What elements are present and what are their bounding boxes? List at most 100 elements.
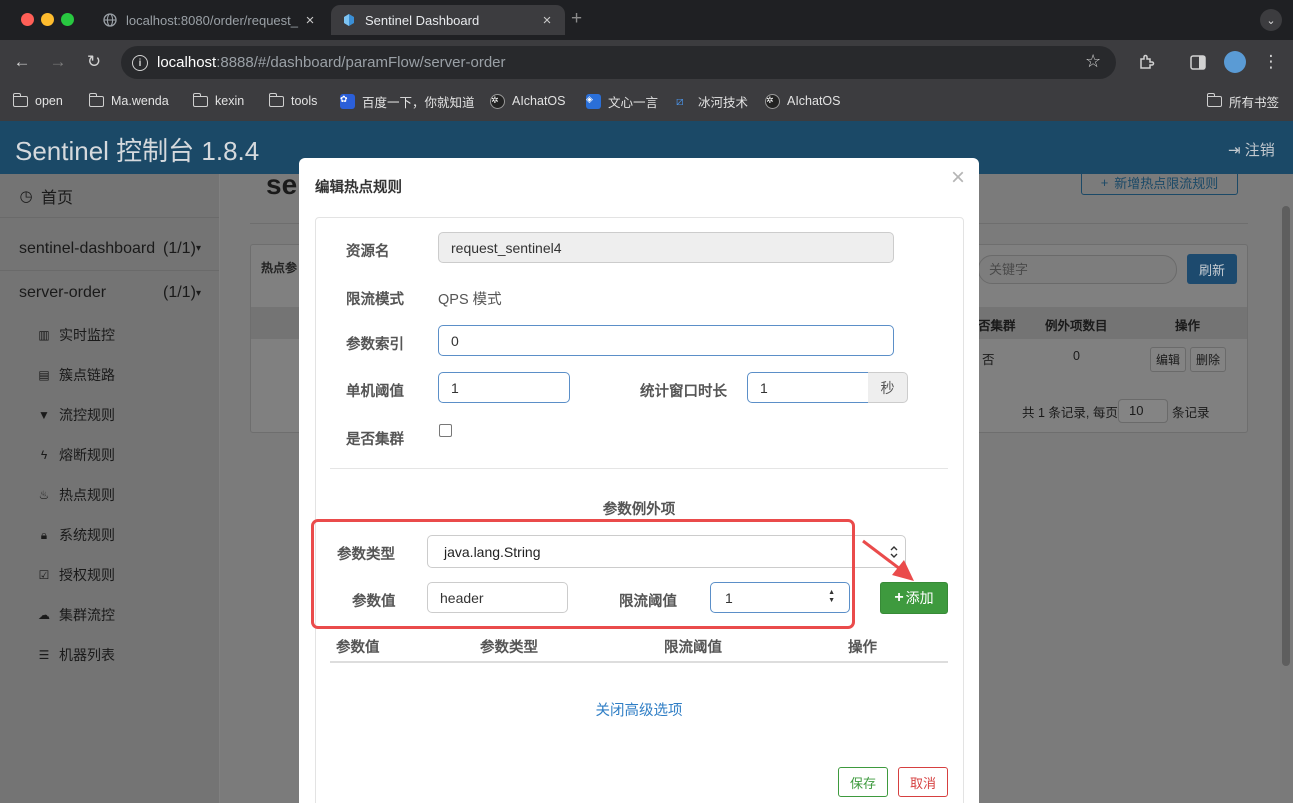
- sidebar-item-auth-rules[interactable]: ☑ 授权规则: [0, 555, 219, 595]
- lock-icon: 🔒︎: [40, 527, 48, 542]
- dialog-title: 编辑热点规则: [315, 180, 402, 196]
- param-index-input[interactable]: 0: [438, 325, 894, 356]
- chevron-down-icon: ▾: [196, 243, 202, 254]
- baidu-paw-icon: ✿: [340, 93, 355, 109]
- back-icon[interactable]: ←: [11, 51, 33, 73]
- tab-title: localhost:8080/order/request_: [126, 12, 299, 28]
- limit-threshold-input[interactable]: 1 ▲ ▼: [710, 582, 850, 613]
- flash-icon: ϟ: [40, 448, 48, 462]
- refresh-button[interactable]: 刷新: [1187, 254, 1237, 284]
- sidebar-item-system-rules[interactable]: 🔒︎ 系统规则: [0, 515, 219, 555]
- new-tab-icon[interactable]: +: [571, 8, 582, 30]
- maximize-window-button[interactable]: [61, 13, 74, 26]
- bookmark-tools[interactable]: tools: [268, 92, 317, 110]
- filter-icon: ▼: [38, 408, 50, 422]
- sidebar-item-cluster-link[interactable]: ▤ 簇点链路: [0, 355, 219, 395]
- panel-heading: 热点参: [261, 261, 298, 275]
- sidebar-item-cluster-flow[interactable]: ☁ 集群流控: [0, 595, 219, 635]
- bookmark-aichatos-2[interactable]: ✲ AIchatOS: [765, 92, 841, 110]
- bookmark-ma-wenda[interactable]: Ma.wenda: [88, 92, 169, 110]
- sentinel-logo-icon: [341, 13, 356, 28]
- col-header-cluster: 否集群: [978, 319, 1016, 333]
- list-ul-icon: ☰: [38, 648, 50, 662]
- browser-tab-order[interactable]: localhost:8080/order/request_ ×: [92, 5, 328, 35]
- new-hot-rule-button[interactable]: + 新增热点限流规则: [1081, 170, 1238, 195]
- scrollbar-thumb[interactable]: [1282, 206, 1290, 666]
- edit-hot-rule-dialog: 编辑热点规则 × 资源名 request_sentinel4 限流模式 QPS …: [299, 158, 979, 803]
- page-size-input[interactable]: 10: [1118, 399, 1168, 423]
- all-bookmarks[interactable]: 所有书签: [1206, 92, 1279, 110]
- app-brand[interactable]: Sentinel 控制台 1.8.4: [15, 131, 259, 168]
- logout-link[interactable]: ⇥ 注销: [1228, 139, 1275, 160]
- sidebar-app-server-order[interactable]: server-order (1/1) ▾: [0, 271, 219, 315]
- exceptions-col-type: 参数类型: [480, 640, 538, 656]
- browser-menu-icon[interactable]: ⋮: [1260, 51, 1282, 73]
- side-panel-icon[interactable]: [1187, 51, 1209, 73]
- save-button[interactable]: 保存: [838, 767, 888, 797]
- sidebar-item-hot-rules[interactable]: ♨ 热点规则: [0, 475, 219, 515]
- plus-icon: +: [1100, 175, 1109, 190]
- bookmark-open[interactable]: open: [12, 92, 63, 110]
- exceptions-col-actions: 操作: [848, 640, 877, 656]
- close-tab-icon[interactable]: ×: [539, 12, 555, 29]
- tab-search-icon[interactable]: ⌄: [1260, 9, 1282, 31]
- sidebar-item-machines[interactable]: ☰ 机器列表: [0, 635, 219, 675]
- threshold-label: 单机阈值: [346, 384, 404, 400]
- param-type-select[interactable]: java.lang.String: [427, 535, 906, 568]
- threshold-input[interactable]: 1: [438, 372, 570, 403]
- spinner-arrows-icon[interactable]: ▲ ▼: [828, 589, 835, 605]
- cluster-checkbox[interactable]: [439, 424, 452, 437]
- edit-button[interactable]: 编辑: [1150, 347, 1186, 372]
- forward-icon[interactable]: →: [47, 51, 69, 73]
- site-info-icon[interactable]: i: [132, 55, 148, 71]
- minimize-window-button[interactable]: [41, 13, 54, 26]
- param-index-label: 参数索引: [346, 337, 404, 353]
- chevron-down-icon: [889, 545, 899, 562]
- bookmark-wenxin[interactable]: ◈ 文心一言: [586, 92, 658, 110]
- extensions-icon[interactable]: [1135, 51, 1157, 73]
- bookmark-kexin[interactable]: kexin: [192, 92, 244, 110]
- table-header-divider: [330, 661, 948, 663]
- plus-icon: +: [894, 589, 904, 606]
- tab-title: Sentinel Dashboard: [365, 12, 480, 28]
- sidebar-item-degrade-rules[interactable]: ϟ 熔断规则: [0, 435, 219, 475]
- col-header-actions: 操作: [1175, 319, 1201, 333]
- limit-threshold-label: 限流阈值: [619, 594, 677, 610]
- window-input[interactable]: 1: [747, 372, 870, 403]
- exceptions-col-threshold: 限流阈值: [664, 640, 722, 656]
- sidebar-item-home[interactable]: ◷ 首页: [0, 174, 219, 218]
- bookmark-aichatos[interactable]: ✲ AIchatOS: [490, 92, 566, 110]
- close-window-button[interactable]: [21, 13, 34, 26]
- delete-button[interactable]: 删除: [1190, 347, 1226, 372]
- param-type-label: 参数类型: [337, 547, 395, 563]
- profile-avatar[interactable]: [1224, 51, 1246, 73]
- bookmark-binghe[interactable]: ⧄ 冰河技术: [676, 92, 748, 110]
- list-icon: ▤: [38, 368, 50, 382]
- bookmark-star-icon[interactable]: ☆: [1085, 51, 1101, 72]
- add-exception-button[interactable]: + 添加: [880, 582, 948, 614]
- bookmark-baidu[interactable]: ✿ 百度一下，你就知道: [340, 92, 475, 110]
- cloud-icon: ☁: [38, 608, 50, 622]
- window-label: 统计窗口时长: [640, 384, 727, 400]
- resource-label: 资源名: [346, 244, 390, 260]
- resource-name-input[interactable]: request_sentinel4: [438, 232, 894, 263]
- close-advanced-options-link[interactable]: 关闭高级选项: [299, 699, 979, 720]
- keyword-search-input[interactable]: 关键字: [978, 255, 1177, 284]
- close-tab-icon[interactable]: ×: [302, 12, 318, 29]
- param-value-label: 参数值: [352, 594, 396, 610]
- close-icon[interactable]: ×: [951, 164, 965, 192]
- folder-icon: [192, 92, 208, 107]
- cell-exceptions: 0: [1073, 349, 1080, 363]
- check-square-icon: ☑: [38, 568, 50, 582]
- sidebar-item-realtime[interactable]: ▥ 实时监控: [0, 315, 219, 355]
- folder-icon: [12, 92, 28, 107]
- cancel-button[interactable]: 取消: [898, 767, 948, 797]
- reload-icon[interactable]: ↻: [83, 51, 105, 73]
- browser-tab-sentinel[interactable]: Sentinel Dashboard ×: [331, 5, 565, 35]
- sidebar-app-sentinel-dashboard[interactable]: sentinel-dashboard (1/1) ▾: [0, 227, 219, 271]
- pagination-prefix: 共 1 条记录, 每页: [1022, 406, 1118, 420]
- sidebar-item-flow-rules[interactable]: ▼ 流控规则: [0, 395, 219, 435]
- exceptions-title: 参数例外项: [602, 502, 676, 518]
- url-text[interactable]: localhost:8888/#/dashboard/paramFlow/ser…: [157, 54, 506, 71]
- param-value-input[interactable]: header: [427, 582, 568, 613]
